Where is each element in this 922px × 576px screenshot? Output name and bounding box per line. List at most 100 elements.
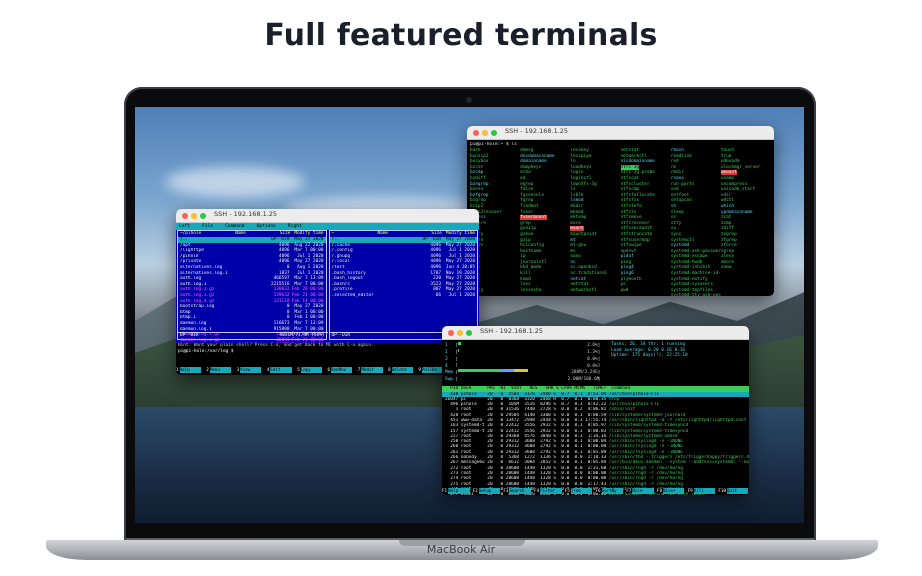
ls-entry[interactable]: znew — [721, 265, 771, 271]
ls-entry-name: true — [720, 153, 732, 159]
meter-value: 1.3% — [587, 350, 598, 355]
ls-entry-name: znew — [720, 265, 732, 271]
ls-entry-name: zdiff — [720, 226, 735, 232]
laptop-brand: MacBook Air — [426, 543, 496, 556]
ls-entry[interactable]: lessecho — [520, 288, 570, 294]
window-titlebar[interactable]: SSH - 192.168.1.25 — [176, 209, 479, 223]
zoom-icon[interactable] — [466, 329, 472, 336]
ls-entry-name: ip — [520, 254, 526, 260]
fkey-copy[interactable]: 5Copy — [297, 367, 327, 373]
cpu-meter: 1[2.6%] — [445, 342, 601, 349]
ls-entry-name: pwd — [620, 287, 629, 293]
fkey-help[interactable]: F1Help — [442, 488, 473, 494]
fkey-delete[interactable]: 8Delete — [388, 367, 418, 373]
ls-entry-name: dmesg — [520, 148, 534, 153]
file-row[interactable]: .selected_editor 66 Jul 1 2020 — [330, 293, 478, 299]
ls-column: netstat networkctl nisdomainname ntfs-3g ntf… — [620, 148, 671, 296]
terminal-output[interactable]: pi@pi-hole:~ $ ls bash bunzip2 busybox bzca… — [467, 140, 774, 296]
ls-entry-name: bzegrep — [470, 181, 489, 187]
ls-entry-name: systemd-inhibit — [670, 265, 711, 271]
fkey-menu[interactable]: 2Menu — [206, 367, 236, 373]
ls-entry-name: false — [520, 187, 534, 193]
ls-entry-name: plymouth — [620, 276, 642, 282]
htop-process-list[interactable]: 26047 pi 20 0 8368 3320 2468 R 0.7 0.1 0… — [442, 397, 749, 495]
fkey-mkdir[interactable]: 7Mkdir — [357, 367, 388, 373]
fkey-tree[interactable]: F5Tree — [564, 488, 596, 494]
ls-entry-name: ping4 — [620, 265, 634, 271]
process-stats: 1 root 20 0 31536 7440 2728 S 0.0 0.2 4:… — [445, 407, 609, 413]
fkey-label: Kill — [693, 488, 716, 494]
fkey-label: Quit — [726, 488, 749, 494]
terminal-window-ls[interactable]: SSH - 192.168.1.25 pi@pi-hole:~ $ ls bas… — [467, 126, 774, 296]
cpu-meter: Mem[288M/3.24G] — [445, 369, 601, 376]
fkey-label: View — [240, 367, 262, 373]
mc-command-area[interactable]: Hint: Want your plain shell? Press C-o, … — [176, 343, 479, 375]
meter-bar — [457, 342, 461, 345]
mc-left-panel[interactable]: ~/pihole Name Size Modify time /.. UP--DI… — [177, 230, 328, 348]
fkey-search[interactable]: F3Search — [503, 488, 534, 494]
fkey-edit[interactable]: 4Edit — [266, 367, 297, 373]
ls-column: touch true udevadm ulockmgr_server umount una… — [720, 148, 771, 296]
minimize-icon[interactable] — [191, 212, 197, 219]
terminal-window-htop[interactable]: SSH - 192.168.1.25 1[2.6%] 2[1.3%] 3[0.0%]… — [442, 326, 749, 495]
ls-entry-name: ntfswipe — [620, 243, 642, 249]
ls-entry-name: mkdir — [570, 203, 584, 209]
ls-column: dmesg dnsdomainname domainname dumpkeys echo… — [520, 148, 570, 296]
ls-entry-name: mv — [570, 248, 576, 254]
ls-entry-name: zforce — [720, 243, 737, 249]
close-icon[interactable] — [448, 329, 454, 336]
fkey-nice[interactable]: F8Nice+ — [656, 488, 688, 494]
fkey-filter[interactable]: F4Filter — [534, 488, 565, 494]
ls-entry-name: mountpoint — [570, 231, 597, 237]
meter-value: 2.00M/100.0M — [567, 377, 600, 382]
fkey-label: RenMov — [331, 367, 353, 373]
close-icon[interactable] — [182, 212, 188, 219]
minimize-icon[interactable] — [482, 129, 488, 136]
fkey-sortby[interactable]: F6SortBy — [595, 488, 627, 494]
ls-entry[interactable]: pwd — [621, 288, 671, 294]
zoom-icon[interactable] — [491, 129, 497, 136]
ls-entry-name: which — [720, 203, 735, 209]
fkey-label: SortBy — [601, 488, 624, 494]
window-titlebar[interactable]: SSH - 192.168.1.25 — [467, 126, 774, 140]
ls-entry-name: stty — [670, 220, 682, 226]
minimize-icon[interactable] — [457, 329, 463, 336]
ls-entry[interactable]: networkctl — [570, 288, 620, 294]
ls-entry-name: uname — [720, 175, 735, 181]
fkey-help[interactable]: 1Help — [176, 367, 206, 373]
close-icon[interactable] — [473, 129, 479, 136]
mc-right-panel[interactable]: ~ Name Size Modify time /.. UP--DIR May 27… — [328, 230, 479, 340]
ls-entry[interactable]: systemd-tty-ask-password-agent — [671, 293, 721, 296]
ls-entry-name: networkctl — [620, 153, 647, 159]
shell-prompt[interactable]: pi@pi-hole:/var/log $ — [176, 349, 479, 355]
ls-entry-name: ypdomainname — [720, 209, 753, 215]
ls-entry-name: zegrep — [720, 231, 737, 237]
ls-entry-name: rbash — [670, 148, 684, 153]
terminal-window-mc[interactable]: SSH - 192.168.1.25 Left File Command Option… — [176, 209, 479, 375]
process-stats: 275 root 20 0 28600 1448 1328 S 0.0 0.0 … — [445, 481, 609, 487]
ls-entry-name: sh — [670, 203, 676, 209]
ls-entry-name: echo — [520, 170, 531, 176]
ls-entry-name: dnsdomainname — [520, 153, 555, 159]
process-command: /lib/systemd/systemd-timesyncd — [608, 423, 689, 429]
fkey-quit[interactable]: F10Quit — [718, 488, 749, 494]
fkey-renmov[interactable]: 6RenMov — [327, 367, 357, 373]
fkey-view[interactable]: 3View — [236, 367, 267, 373]
htop-info: Tasks: 26, 34 thr; 1 running Load average… — [605, 342, 746, 383]
process-command: /lib/systemd/systemd-udevd — [608, 433, 678, 439]
meter-value: 2.6% — [587, 343, 598, 349]
panel-rows: /.. UP--DIR May 27 2020/.cache 4096 May 27 2… — [329, 237, 478, 299]
meter-label: 2 — [445, 350, 448, 355]
fkey-nice[interactable]: F7Nice- — [626, 488, 657, 494]
fkey-setup[interactable]: F2Setup — [472, 488, 504, 494]
fkey-label: Filter — [540, 488, 562, 494]
fkey-label: Copy — [300, 367, 322, 373]
zoom-icon[interactable] — [200, 212, 206, 219]
fkey-kill[interactable]: F9Kill — [687, 488, 719, 494]
meter-bar — [457, 348, 460, 352]
ls-entry-name: fgconsole — [520, 192, 544, 198]
window-titlebar[interactable]: SSH - 192.168.1.25 — [442, 326, 749, 340]
ls-entry-name: wdctl — [720, 198, 735, 204]
ls-entry-name: gzip — [520, 237, 531, 243]
ls-entry-name: systemd-tty-ask-password-agent — [670, 293, 721, 296]
